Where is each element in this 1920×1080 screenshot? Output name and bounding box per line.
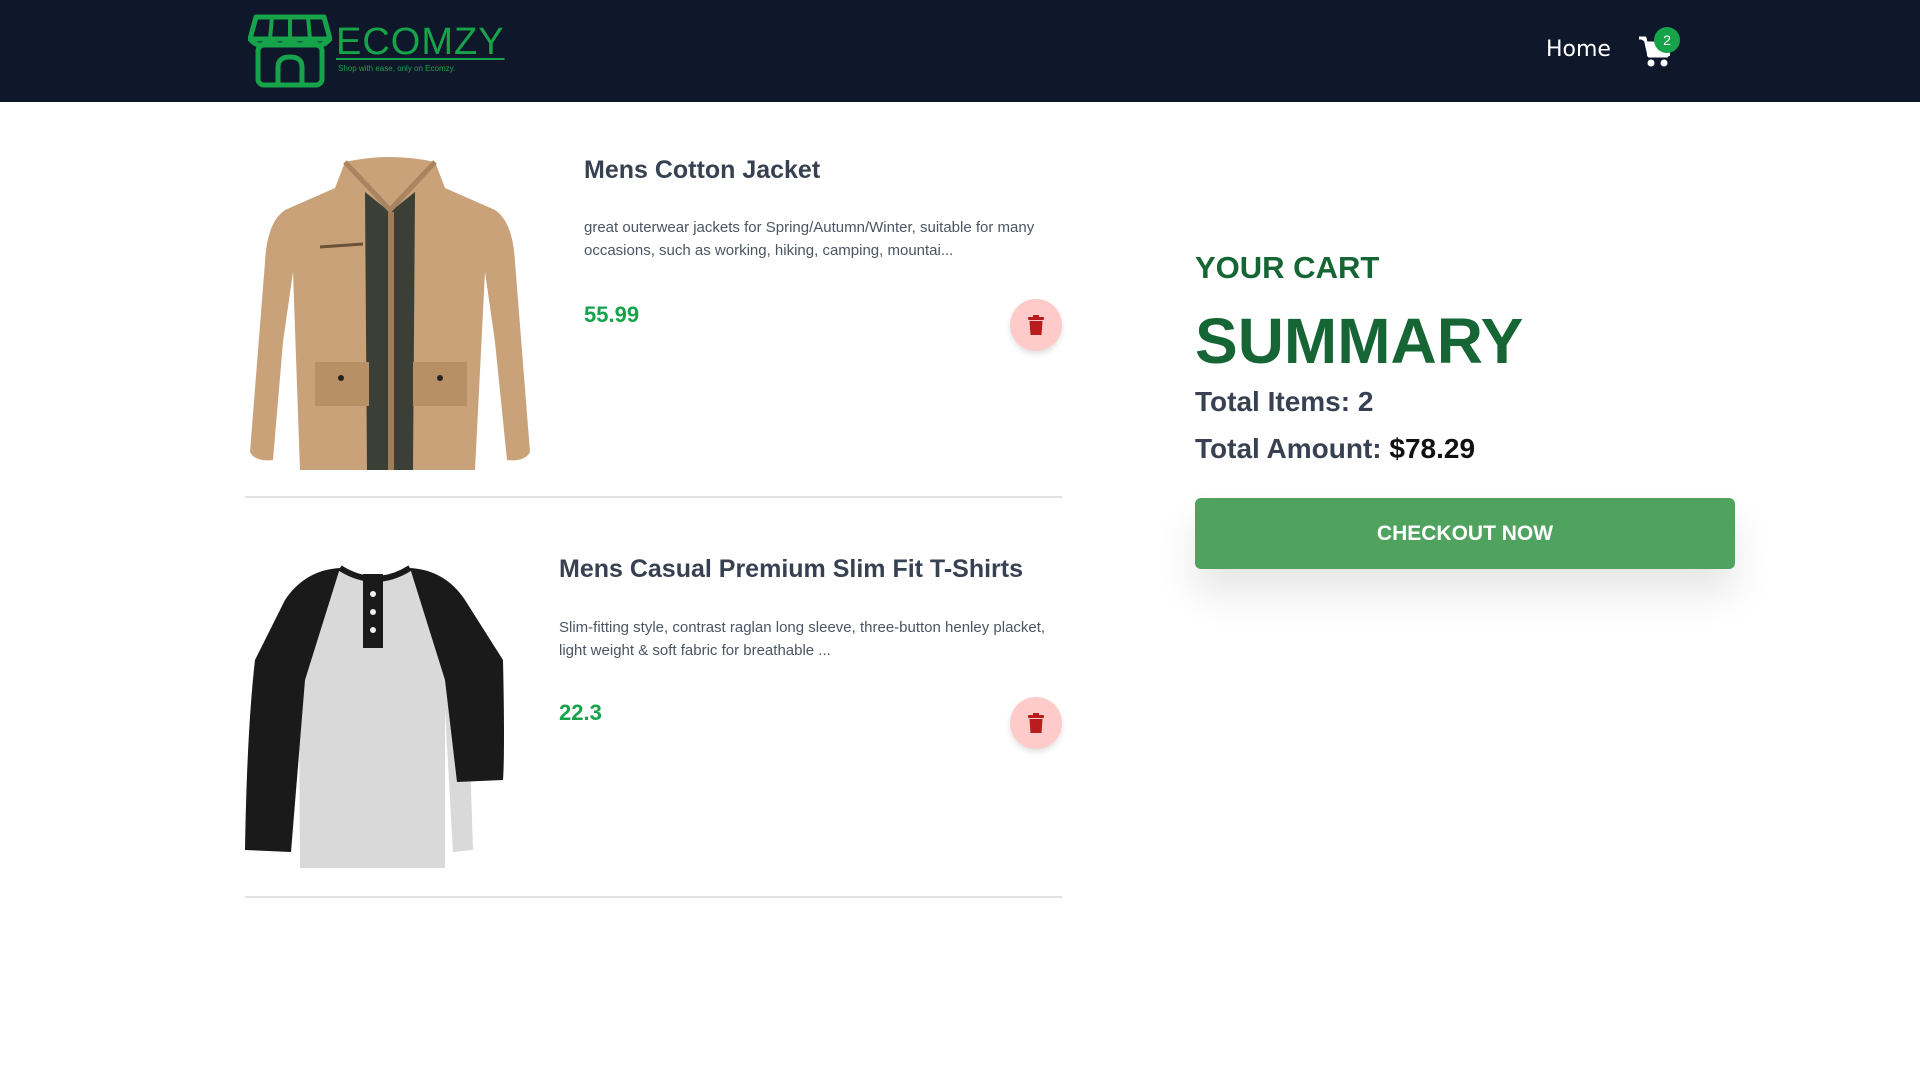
trash-icon: [1028, 315, 1044, 335]
item-description: Slim-fitting style, contrast raglan long…: [559, 619, 1046, 659]
item-title: Mens Cotton Jacket: [584, 156, 821, 184]
trash-icon: [1028, 713, 1044, 733]
summary-label: YOUR CART: [1195, 250, 1380, 285]
brand-tagline: Shop with ease, only on Ecomzy.: [338, 64, 456, 73]
checkout-button[interactable]: CHECKOUT NOW: [1195, 498, 1735, 569]
cart-item: Mens Casual Premium Slim Fit T-Shirts Sl…: [245, 500, 1062, 898]
brand-logo[interactable]: ECOMZY Shop with ease, only on Ecomzy.: [248, 13, 504, 89]
navbar: ECOMZY Shop with ease, only on Ecomzy. H…: [0, 0, 1920, 102]
brand-name: ECOMZY: [336, 21, 505, 63]
total-items-value: 2: [1357, 386, 1374, 417]
cart-item: Mens Cotton Jacket great outerwear jacke…: [245, 100, 1062, 498]
item-title: Mens Casual Premium Slim Fit T-Shirts: [559, 555, 1024, 583]
delete-item-button[interactable]: [1010, 697, 1062, 749]
item-price: 55.99: [584, 302, 640, 327]
nav-home-link[interactable]: Home: [1546, 37, 1611, 62]
item-description: great outerwear jackets for Spring/Autum…: [584, 219, 1035, 259]
total-items-label: Total Items:: [1195, 386, 1358, 417]
delete-item-button[interactable]: [1010, 299, 1062, 351]
total-amount-value: $78.29: [1389, 433, 1476, 464]
cart-count-badge: 2: [1654, 27, 1680, 53]
summary-title: SUMMARY: [1195, 305, 1524, 377]
storefront-icon: [248, 14, 332, 88]
product-image-tshirt: [245, 565, 504, 868]
item-price: 22.3: [559, 700, 602, 725]
total-amount: Total Amount: $78.29: [1195, 433, 1475, 465]
product-image-jacket: [250, 157, 530, 470]
total-items: Total Items: 2: [1195, 386, 1373, 418]
total-amount-label: Total Amount:: [1195, 433, 1390, 464]
